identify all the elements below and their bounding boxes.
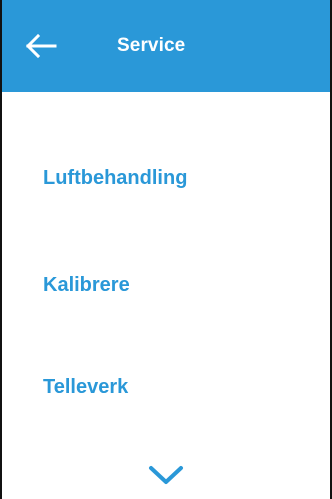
menu-item-kalibrere[interactable]: Kalibrere: [43, 271, 130, 299]
arrow-left-icon: [26, 33, 57, 59]
back-button[interactable]: [26, 33, 60, 59]
menu-item-luftbehandling[interactable]: Luftbehandling: [43, 164, 187, 192]
menu-item-telleverk[interactable]: Telleverk: [43, 373, 128, 401]
scroll-down-button[interactable]: [147, 463, 185, 487]
page-title: Service: [117, 35, 186, 56]
chevron-down-icon: [149, 466, 183, 484]
header-bar: Service: [2, 0, 330, 92]
service-screen: Service Luftbehandling Kalibrere Telleve…: [0, 0, 332, 499]
